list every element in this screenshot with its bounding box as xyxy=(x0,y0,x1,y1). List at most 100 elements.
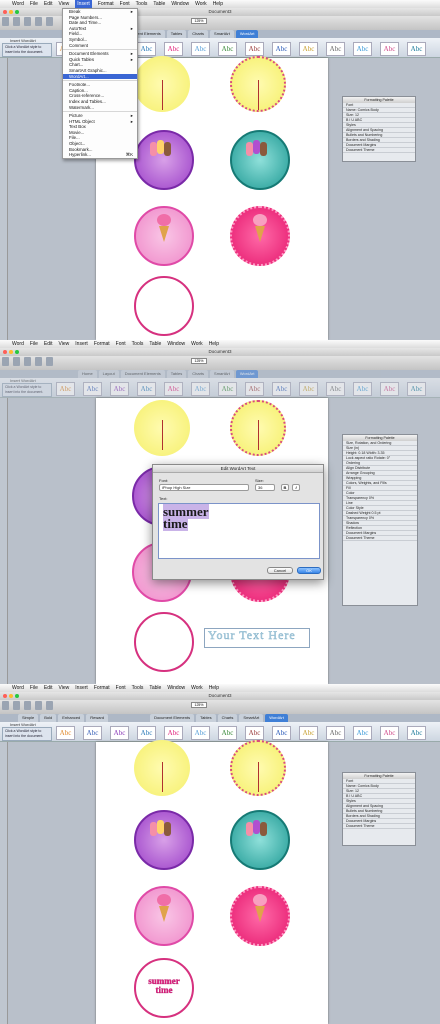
teal-popsicle-circle[interactable] xyxy=(230,130,290,190)
formatting-palette[interactable]: Formatting Palette Font Name: Comics Body S… xyxy=(342,772,416,846)
wordart-style-12[interactable]: Abc xyxy=(353,726,372,740)
insert-menu-comment[interactable]: Comment xyxy=(63,43,137,49)
menu-edit[interactable]: Edit xyxy=(44,0,53,8)
tab-wordart[interactable]: WordArt xyxy=(235,370,259,378)
insert-menu-hyperlink[interactable]: Hyperlink... ⌘K xyxy=(63,152,137,158)
save-icon[interactable] xyxy=(24,17,31,26)
window-controls[interactable] xyxy=(3,350,19,354)
menu-word[interactable]: Word xyxy=(12,0,24,8)
menu-word[interactable]: Word xyxy=(12,684,24,692)
wordart-text-input[interactable]: summer time xyxy=(158,503,320,559)
menu-table[interactable]: Table xyxy=(153,0,165,8)
menu-view[interactable]: View xyxy=(59,684,70,692)
print-icon[interactable] xyxy=(35,357,42,366)
palette-row-document-theme[interactable]: Document Theme xyxy=(343,536,417,541)
formatting-palette[interactable]: Formatting Palette Font Name: Comics Body S… xyxy=(342,96,416,162)
palette-row-document-theme[interactable]: Document Theme xyxy=(343,824,415,829)
tab-home[interactable]: Home xyxy=(78,370,97,378)
font-select[interactable]: iPhop High Size xyxy=(159,484,249,491)
empty-circle[interactable] xyxy=(134,612,194,672)
wordart-style-12[interactable]: Abc xyxy=(353,42,372,56)
menu-insert[interactable]: Insert xyxy=(75,340,88,348)
insert-menu[interactable]: Break ▸ Page Numbers... Date and Time... Aut… xyxy=(62,8,138,159)
menu-file[interactable]: File xyxy=(30,684,38,692)
summer-time-wordart[interactable]: summer time xyxy=(136,976,192,995)
ok-button[interactable]: OK xyxy=(297,567,321,574)
italic-button[interactable]: I xyxy=(292,484,300,491)
wordart-style-6[interactable]: Abc xyxy=(191,726,210,740)
apple-menu-icon[interactable] xyxy=(2,340,6,348)
wordart-style-8[interactable]: Abc xyxy=(245,726,264,740)
menu-tools[interactable]: Tools xyxy=(136,0,148,8)
window-controls[interactable] xyxy=(3,694,19,698)
menu-window[interactable]: Window xyxy=(167,340,185,348)
wordart-style-11[interactable]: Abc xyxy=(326,382,345,396)
apple-menu-icon[interactable] xyxy=(2,684,6,692)
tab-charts[interactable]: Charts xyxy=(217,714,238,722)
undo-icon[interactable] xyxy=(46,17,53,26)
open-icon[interactable] xyxy=(13,701,20,710)
window-controls[interactable] xyxy=(3,10,19,14)
wordart-style-6[interactable]: Abc xyxy=(191,42,210,56)
tab-enhanced[interactable]: Enhanced xyxy=(58,714,85,722)
wordart-style-3[interactable]: Abc xyxy=(110,382,129,396)
tab-charts[interactable]: Charts xyxy=(188,30,209,38)
document-page[interactable] xyxy=(96,742,328,1024)
tab-reward[interactable]: Reward xyxy=(86,714,109,722)
tab-document-elements[interactable]: Document Elements xyxy=(120,370,165,378)
wordart-style-10[interactable]: Abc xyxy=(299,382,318,396)
menu-word[interactable]: Word xyxy=(12,340,24,348)
wordart-style-12[interactable]: Abc xyxy=(353,382,372,396)
menu-edit[interactable]: Edit xyxy=(44,340,53,348)
open-icon[interactable] xyxy=(13,357,20,366)
menu-insert[interactable]: Insert xyxy=(75,684,88,692)
tab-charts[interactable]: Charts xyxy=(188,370,209,378)
new-icon[interactable] xyxy=(2,17,9,26)
purple-popsicle-circle[interactable] xyxy=(134,810,194,870)
wordart-style-7[interactable]: Abc xyxy=(218,42,237,56)
wordart-style-4[interactable]: Abc xyxy=(137,726,156,740)
wordart-style-11[interactable]: Abc xyxy=(326,726,345,740)
menu-work[interactable]: Work xyxy=(195,0,207,8)
wordart-style-5[interactable]: Abc xyxy=(164,382,183,396)
menu-help[interactable]: Help xyxy=(213,0,223,8)
menu-format[interactable]: Format xyxy=(94,684,110,692)
new-icon[interactable] xyxy=(2,357,9,366)
tab-wordart[interactable]: WordArt xyxy=(265,714,288,722)
menu-help[interactable]: Help xyxy=(209,340,219,348)
apple-menu-icon[interactable] xyxy=(2,0,6,8)
wordart-style-9[interactable]: Abc xyxy=(272,382,291,396)
wordart-style-1[interactable]: Abc xyxy=(56,726,75,740)
print-icon[interactable] xyxy=(35,17,42,26)
wordart-style-2[interactable]: Abc xyxy=(83,382,102,396)
tab-tables[interactable]: Tables xyxy=(166,30,187,38)
menu-format[interactable]: Format xyxy=(98,0,114,8)
wordart-style-7[interactable]: Abc xyxy=(218,726,237,740)
wordart-style-11[interactable]: Abc xyxy=(326,42,345,56)
wordart-style-8[interactable]: Abc xyxy=(245,382,264,396)
zoom-field[interactable]: 125% xyxy=(191,358,207,364)
wordart-style-7[interactable]: Abc xyxy=(218,382,237,396)
menu-tools[interactable]: Tools xyxy=(132,340,144,348)
wordart-style-5[interactable]: Abc xyxy=(164,726,183,740)
zoom-field[interactable]: 125% xyxy=(191,18,207,24)
wordart-style-14[interactable]: Abc xyxy=(407,42,426,56)
tab-tables[interactable]: Tables xyxy=(196,714,216,722)
wordart-style-10[interactable]: Abc xyxy=(299,42,318,56)
bold-button[interactable]: B xyxy=(281,484,289,491)
tab-document-elements[interactable]: Document Elements xyxy=(150,714,195,722)
save-icon[interactable] xyxy=(24,701,31,710)
menu-font[interactable]: Font xyxy=(120,0,130,8)
wordart-style-4[interactable]: Abc xyxy=(137,382,156,396)
tab-smartart[interactable]: SmartArt xyxy=(210,370,234,378)
tab-smartart[interactable]: SmartArt xyxy=(239,714,264,722)
formatting-palette[interactable]: Formatting Palette Size, Rotation, and Or… xyxy=(342,434,418,606)
menu-table[interactable]: Table xyxy=(149,684,161,692)
tab-tables[interactable]: Tables xyxy=(166,370,187,378)
wordart-style-14[interactable]: Abc xyxy=(407,726,426,740)
insert-menu-wordart[interactable]: WordArt... xyxy=(63,73,137,80)
tab-wordart[interactable]: WordArt xyxy=(235,30,259,38)
zoom-field[interactable]: 125% xyxy=(191,702,207,708)
wordart-style-5[interactable]: Abc xyxy=(164,42,183,56)
menu-window[interactable]: Window xyxy=(171,0,189,8)
